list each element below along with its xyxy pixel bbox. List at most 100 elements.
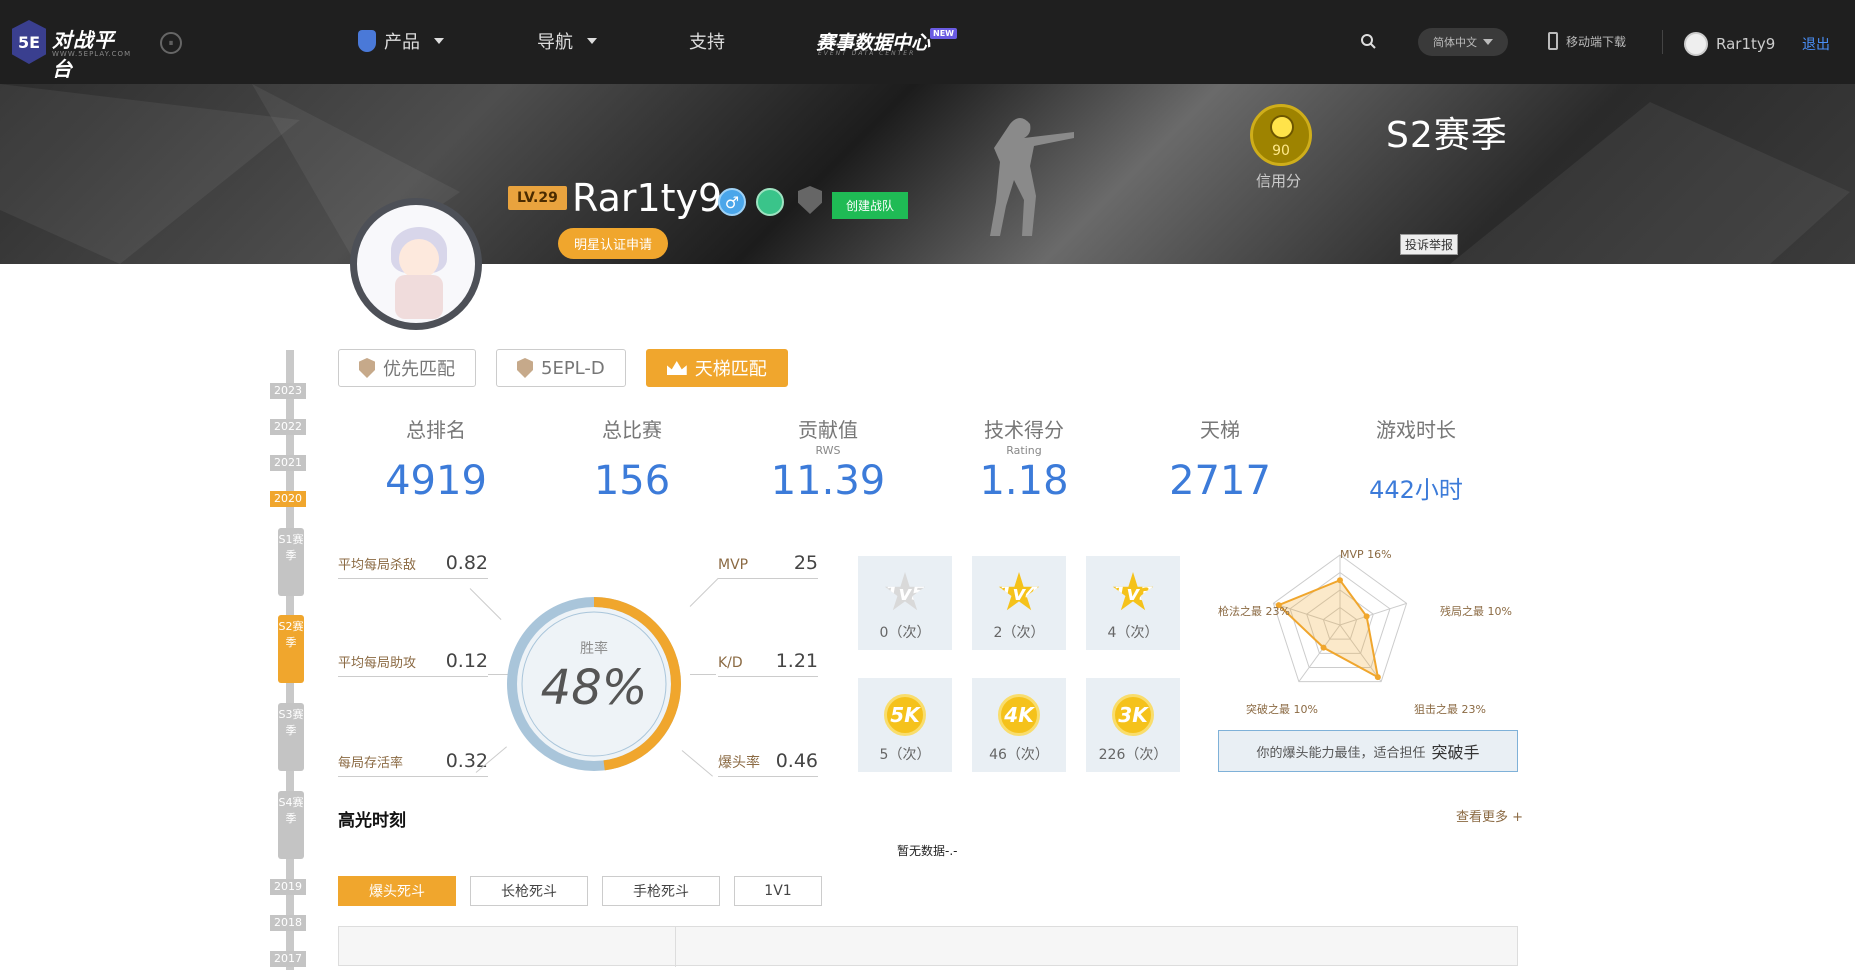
credit-score-value: 90 xyxy=(1272,143,1290,159)
language-label: 简体中文 xyxy=(1433,36,1477,49)
stat-label: 游戏时长 xyxy=(1376,418,1456,442)
role-suggestion-text: 你的爆头能力最佳，适合担任 xyxy=(1256,745,1426,761)
stat-label: 总排名 xyxy=(406,418,466,442)
stat-label: 爆头率 xyxy=(718,755,760,771)
radar-point xyxy=(1320,644,1327,651)
stat-value: 1.18 xyxy=(979,458,1069,504)
timeline-season-s2[interactable]: S2赛季 xyxy=(278,615,304,683)
star-certification-button[interactable]: 明星认证申请 xyxy=(558,228,669,259)
tab-priority-match[interactable]: 优先匹配 xyxy=(338,349,476,387)
stat-sublabel xyxy=(341,444,531,458)
product-icon xyxy=(358,30,376,52)
divider xyxy=(1662,30,1663,54)
stat-value: 11.39 xyxy=(770,458,886,504)
stat-value: 0.46 xyxy=(775,750,818,772)
stat-value: 0.82 xyxy=(445,552,488,574)
radar-point xyxy=(1374,674,1381,681)
logout-link[interactable]: 退出 xyxy=(1802,34,1830,54)
event-data-center-sub: EVENT DATA CENTER xyxy=(818,50,916,57)
banner-facet xyxy=(0,84,300,264)
stat-headshot-rate: 爆头率 0.46 xyxy=(718,750,818,777)
win-rate-label: 胜率 xyxy=(580,641,608,657)
shield-icon xyxy=(517,358,533,378)
site-logo[interactable]: 5E 对战平台 WWW.5EPLAY.COM xyxy=(12,20,132,81)
logo-subtext: WWW.5EPLAY.COM xyxy=(52,50,132,58)
coin-icon: 4K xyxy=(998,694,1040,736)
credit-score-badge: 90 xyxy=(1250,104,1312,166)
timeline-year[interactable]: 2023 xyxy=(270,383,306,399)
phone-icon xyxy=(1548,32,1558,50)
stat-value: 1.21 xyxy=(775,650,818,672)
chevron-down-icon xyxy=(1483,39,1493,45)
radar-label-sniper: 狙击之最 23% xyxy=(1414,703,1486,716)
win-rate-value: 48% xyxy=(540,660,648,716)
chevron-down-icon xyxy=(434,38,444,44)
nav-support[interactable]: 支持 xyxy=(689,28,725,54)
stat-label: K/D xyxy=(718,655,743,671)
nav-guide[interactable]: 导航 xyxy=(537,28,597,54)
timeline-season-s4[interactable]: S4赛季 xyxy=(278,791,304,859)
ability-radar-chart xyxy=(1272,554,1408,683)
timeline-season-s3[interactable]: S3赛季 xyxy=(278,703,304,771)
language-select[interactable]: 简体中文 xyxy=(1418,28,1508,56)
role-suggestion-box: 你的爆头能力最佳，适合担任 突破手 xyxy=(1218,730,1518,772)
stat-label: 每局存活率 xyxy=(338,756,404,771)
smile-icon xyxy=(1270,115,1294,139)
tab-ladder-match[interactable]: 天梯匹配 xyxy=(645,349,788,387)
stat-value: 2717 xyxy=(1169,458,1271,504)
mobile-download-link[interactable]: 移动端下载 xyxy=(1548,32,1626,50)
nav-product[interactable]: 产品 xyxy=(358,28,444,54)
avatar-body xyxy=(395,275,443,319)
timeline-year[interactable]: 2018 xyxy=(270,915,306,931)
create-team-button[interactable]: 创建战队 xyxy=(832,192,909,219)
award-count: 0（次） xyxy=(879,625,931,641)
award-5k: 5K 5（次） xyxy=(858,678,952,772)
stat-play-time: 游戏时长 442小时 xyxy=(1321,414,1511,505)
timeline-year[interactable]: 2022 xyxy=(270,419,306,435)
connector-line xyxy=(689,577,719,607)
mobile-download-label: 移动端下载 xyxy=(1566,34,1627,49)
soldier-silhouette-icon xyxy=(990,118,1074,236)
see-more-link[interactable]: 查看更多 + xyxy=(1456,806,1523,825)
report-button[interactable]: 投诉举报 xyxy=(1400,234,1459,255)
user-menu[interactable]: Rar1ty9 xyxy=(1684,32,1775,56)
tab-label: 优先匹配 xyxy=(383,359,455,380)
star-icon: 1v3 xyxy=(1112,572,1154,611)
banner-facet xyxy=(1450,102,1850,264)
stat-sublabel: Rating xyxy=(1006,444,1042,457)
stat-survival-rate: 每局存活率 0.32 xyxy=(338,750,488,777)
toggle-icon[interactable]: ⏸ xyxy=(160,32,182,54)
award-1v4: 1v4 2（次） xyxy=(972,556,1066,650)
credit-score-label: 信用分 xyxy=(1256,172,1302,190)
award-count: 226（次） xyxy=(1098,747,1168,763)
timeline-year[interactable]: 2017 xyxy=(270,951,306,967)
stat-avg-assists: 平均每局助攻 0.12 xyxy=(338,650,488,677)
award-3k: 3K 226（次） xyxy=(1086,678,1180,772)
tab-pistol-deathmatch[interactable]: 手枪死斗 xyxy=(602,876,720,906)
tab-5epl-d[interactable]: 5EPL-D xyxy=(496,349,626,387)
tab-label: 5EPL-D xyxy=(541,357,605,379)
radar-label-mvp: MVP 16% xyxy=(1340,548,1392,561)
timeline-year[interactable]: 2021 xyxy=(270,455,306,471)
id-card-icon[interactable] xyxy=(756,188,784,216)
stat-value: 4919 xyxy=(385,458,487,504)
search-icon[interactable] xyxy=(1360,33,1376,49)
stat-ladder: 天梯 2717 xyxy=(1125,414,1315,504)
coin-icon: 3K xyxy=(1112,694,1154,736)
timeline-year[interactable]: 2019 xyxy=(270,879,306,895)
highlight-table xyxy=(338,926,1518,967)
timeline-year-active[interactable]: 2020 xyxy=(270,491,306,507)
stat-label: 平均每局助攻 xyxy=(338,656,417,671)
timeline-season-s1[interactable]: S1赛季 xyxy=(278,528,304,596)
award-count: 5（次） xyxy=(879,747,931,763)
tab-rifle-deathmatch[interactable]: 长枪死斗 xyxy=(470,876,588,906)
tab-1v1[interactable]: 1V1 xyxy=(734,876,822,906)
tab-headshot-deathmatch[interactable]: 爆头死斗 xyxy=(338,876,456,906)
radar-point xyxy=(1363,613,1370,620)
profile-banner xyxy=(0,84,1855,264)
connector-line xyxy=(469,588,502,620)
stat-value: 156 xyxy=(593,458,671,504)
award-count: 4（次） xyxy=(1107,625,1159,641)
username: Rar1ty9 xyxy=(1716,35,1776,53)
award-count: 46（次） xyxy=(989,747,1049,763)
